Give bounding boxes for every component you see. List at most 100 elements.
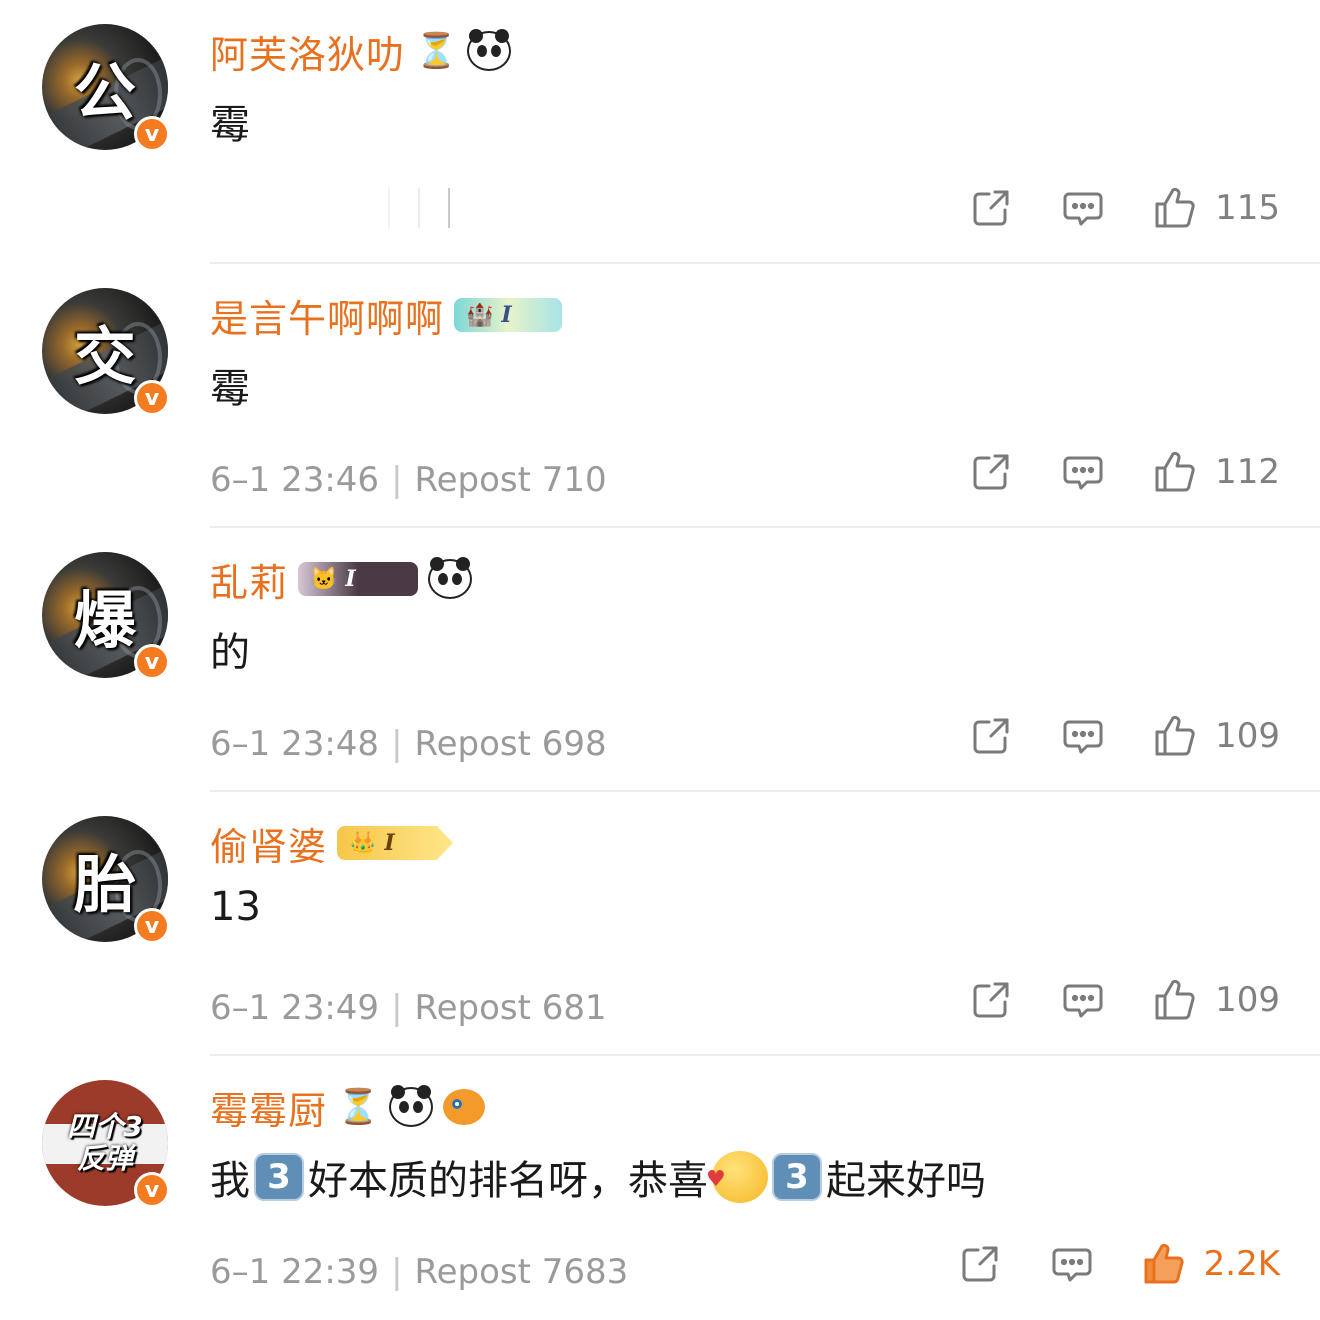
avatar[interactable]: 交 v: [42, 288, 170, 416]
name-line: 阿芙洛狄叻 ⏳: [210, 24, 512, 79]
like-button[interactable]: 109: [1153, 714, 1280, 758]
username[interactable]: 霉霉厨: [210, 1080, 327, 1135]
like-button[interactable]: 109: [1153, 978, 1280, 1022]
share-button[interactable]: [969, 186, 1013, 230]
verified-icon: v: [134, 380, 170, 416]
comment-actions: 109: [921, 972, 1280, 1028]
comment-feed: 公 v 阿芙洛狄叻 ⏳ 霉 115 交 v 是言午啊啊啊 🏰 I 霉 6–1 2…: [0, 0, 1320, 1308]
like-button[interactable]: 115: [1153, 186, 1280, 230]
comment-text: 13: [210, 884, 261, 930]
comment-icon: [1063, 984, 1103, 1018]
username[interactable]: 阿芙洛狄叻: [210, 24, 405, 79]
comment-button[interactable]: [1061, 186, 1105, 230]
comment-meta: 6–1 22:39 | Repost 7683: [210, 1252, 628, 1292]
share-icon: [973, 190, 1009, 226]
castle-icon: 🏰: [466, 302, 494, 328]
verified-icon: v: [134, 908, 170, 944]
level-value: I: [384, 830, 395, 856]
crown-icon: 👑: [349, 830, 377, 856]
level-badge-icon[interactable]: 🏰 I: [454, 298, 563, 332]
like-count: 109: [1215, 980, 1280, 1020]
keycap-three-icon: 3: [772, 1153, 822, 1201]
comment-text: 霉: [210, 356, 250, 414]
name-line: 霉霉厨 ⏳: [210, 1080, 486, 1135]
meta-separator: |: [391, 988, 403, 1028]
hourglass-icon[interactable]: ⏳: [415, 31, 457, 71]
panda-icon[interactable]: [428, 557, 473, 599]
name-line: 乱莉 🐱 I: [210, 552, 473, 607]
comment-button[interactable]: [1061, 978, 1105, 1022]
username[interactable]: 偷肾婆: [210, 816, 327, 871]
comment-text: 霉: [210, 92, 250, 150]
comment-meta: 6–1 23:46 | Repost 710: [210, 460, 607, 500]
like-button[interactable]: 2.2K: [1142, 1242, 1280, 1286]
username[interactable]: 是言午啊啊啊: [210, 288, 444, 343]
repost-count[interactable]: Repost 681: [415, 988, 607, 1028]
avatar-line: 四个3: [67, 1110, 143, 1143]
avatar[interactable]: 爆 v: [42, 552, 170, 680]
comment-item: 公 v 阿芙洛狄叻 ⏳ 霉 115: [0, 0, 1320, 264]
timestamp: 6–1 23:48: [210, 724, 380, 764]
comment-meta: 6–1 23:48 | Repost 698: [210, 724, 607, 764]
fish-icon[interactable]: [443, 1089, 486, 1125]
name-line: 偷肾婆 👑 I: [210, 816, 454, 871]
like-count: 109: [1215, 716, 1280, 756]
share-button[interactable]: [969, 978, 1013, 1022]
hourglass-icon[interactable]: ⏳: [337, 1087, 379, 1127]
comment-text: 的: [210, 620, 250, 678]
comment-text: 我 3 好本质的排名呀，恭喜 3 起来好吗: [210, 1148, 986, 1206]
like-icon: [1155, 715, 1195, 756]
comment-text-value: 的: [210, 630, 250, 676]
comment-button[interactable]: [1061, 714, 1105, 758]
level-value: I: [345, 566, 356, 592]
comment-button[interactable]: [1050, 1242, 1094, 1286]
timestamp: 6–1 23:46: [210, 460, 380, 500]
avatar[interactable]: 公 v: [42, 24, 170, 152]
kiss-emoji-icon: [706, 1151, 768, 1203]
share-button[interactable]: [958, 1242, 1002, 1286]
comment-button[interactable]: [1061, 450, 1105, 494]
comment-meta: 6–1 23:49 | Repost 681: [210, 988, 607, 1028]
verified-icon: v: [134, 644, 170, 680]
cat-icon: 🐱: [310, 566, 338, 592]
level-badge-icon[interactable]: 👑 I: [337, 826, 454, 860]
share-icon: [973, 718, 1009, 754]
panda-icon[interactable]: [467, 29, 512, 71]
username[interactable]: 乱莉: [210, 552, 288, 607]
meta-separator: |: [391, 1252, 403, 1292]
comment-actions: 109: [921, 708, 1280, 764]
repost-count[interactable]: Repost 710: [415, 460, 607, 500]
comment-text-part: 我: [210, 1158, 250, 1204]
avatar[interactable]: 胎 v: [42, 816, 170, 944]
comment-text-part: 起来好吗: [826, 1158, 986, 1204]
timestamp: 6–1 22:39: [210, 1252, 380, 1292]
share-button[interactable]: [969, 450, 1013, 494]
like-button[interactable]: 112: [1153, 450, 1280, 494]
comment-icon: [1052, 1248, 1092, 1282]
like-icon: [1144, 1243, 1184, 1284]
like-count: 112: [1215, 452, 1280, 492]
keycap-three-icon: 3: [254, 1153, 304, 1201]
share-icon: [973, 982, 1009, 1018]
comment-icon: [1063, 192, 1103, 226]
comment-icon: [1063, 720, 1103, 754]
verified-icon: v: [134, 1172, 170, 1208]
repost-count[interactable]: Repost 7683: [415, 1252, 629, 1292]
meta-separator: |: [391, 460, 403, 500]
repost-count[interactable]: Repost 698: [415, 724, 607, 764]
avatar[interactable]: 四个3 反弹 v: [42, 1080, 170, 1208]
level-value: I: [501, 302, 512, 328]
comment-text-value: 霉: [210, 366, 250, 412]
like-icon: [1155, 451, 1195, 492]
timestamp: 6–1 23:49: [210, 988, 380, 1028]
comment-actions: 112: [921, 444, 1280, 500]
panda-icon[interactable]: [389, 1085, 434, 1127]
share-button[interactable]: [969, 714, 1013, 758]
verified-icon: v: [134, 116, 170, 152]
share-icon: [962, 1246, 998, 1282]
comment-icon: [1063, 456, 1103, 490]
level-badge-icon[interactable]: 🐱 I: [298, 562, 419, 596]
avatar-line: 反弹: [76, 1142, 133, 1175]
like-count: 115: [1215, 188, 1280, 228]
comment-item: 交 v 是言午啊啊啊 🏰 I 霉 6–1 23:46 | Repost 710: [0, 264, 1320, 528]
